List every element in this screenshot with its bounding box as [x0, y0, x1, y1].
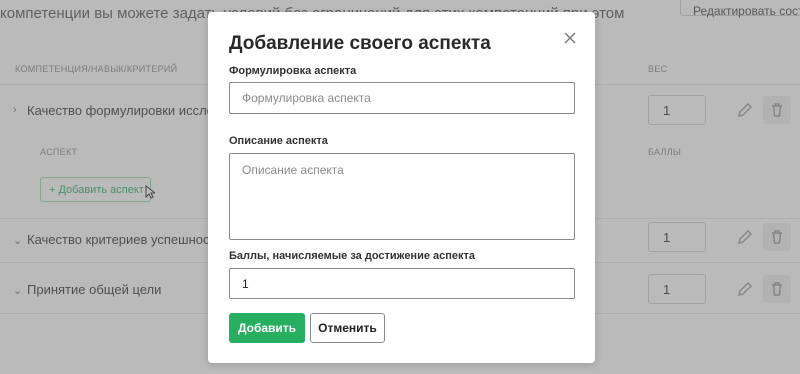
modal-title: Добавление своего аспекта [229, 33, 491, 54]
formulation-label: Формулировка аспекта [229, 65, 357, 77]
add-aspect-modal: Добавление своего аспекта Формулировка а… [208, 12, 595, 363]
cancel-button[interactable]: Отменить [310, 313, 385, 343]
close-icon[interactable] [562, 30, 578, 46]
description-label: Описание аспекта [229, 135, 328, 147]
formulation-input[interactable] [229, 82, 575, 114]
description-textarea[interactable] [229, 153, 575, 240]
add-button[interactable]: Добавить [229, 313, 305, 343]
points-label: Баллы, начисляемые за достижение аспекта [229, 250, 476, 262]
points-input[interactable] [229, 268, 575, 299]
